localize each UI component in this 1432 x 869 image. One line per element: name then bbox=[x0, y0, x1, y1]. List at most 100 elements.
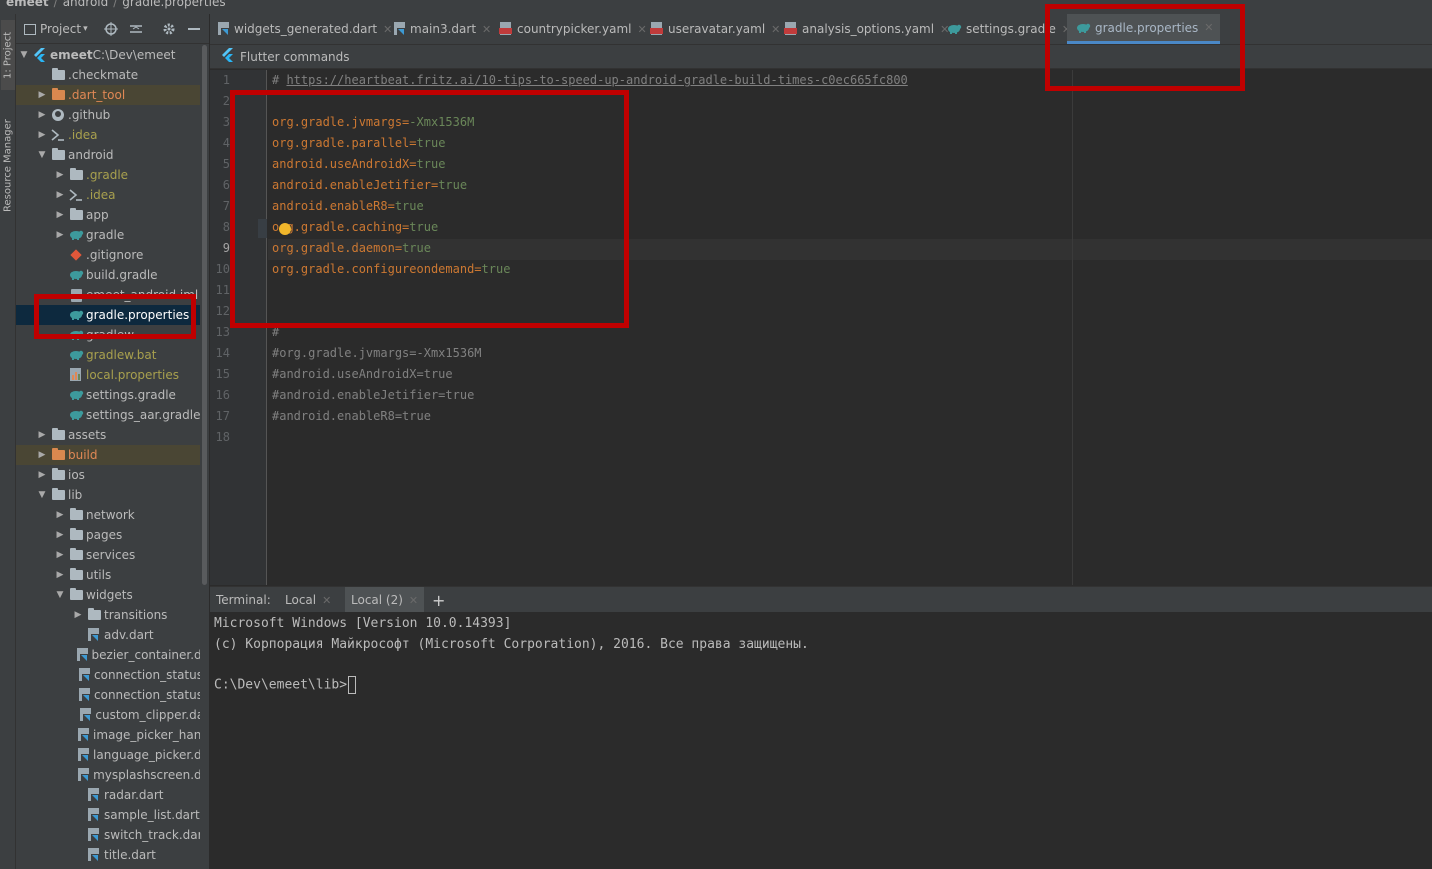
project-view-dropdown[interactable]: Project ▾ bbox=[24, 21, 88, 37]
close-icon[interactable]: ✕ bbox=[409, 594, 418, 607]
collapsed-arrow-icon[interactable]: ▶ bbox=[54, 570, 66, 580]
tree-item[interactable]: radar.dart bbox=[16, 785, 209, 805]
editor-tab[interactable]: useravatar.yaml ✕ bbox=[642, 14, 786, 44]
tree-item[interactable]: ▼ lib bbox=[16, 485, 209, 505]
tree-item[interactable]: mysplashscreen.da bbox=[16, 765, 209, 785]
tree-item[interactable]: ▶ utils bbox=[16, 565, 209, 585]
tree-item[interactable]: ▶ pages bbox=[16, 525, 209, 545]
close-icon[interactable]: ✕ bbox=[482, 23, 491, 36]
resource-manager-tab[interactable]: Resource Manager bbox=[1, 106, 15, 226]
tree-item[interactable]: ▶ .gradle bbox=[16, 165, 209, 185]
tree-item[interactable]: ▶ build bbox=[16, 445, 209, 465]
code-line[interactable]: android.enableR8=true bbox=[272, 196, 424, 217]
collapsed-arrow-icon[interactable]: ▶ bbox=[36, 430, 48, 440]
editor-tab-active[interactable]: gradle.properties ✕ bbox=[1067, 14, 1220, 44]
code-line[interactable]: android.enableJetifier=true bbox=[272, 175, 467, 196]
collapsed-arrow-icon[interactable]: ▶ bbox=[54, 170, 66, 180]
new-terminal-button[interactable]: + bbox=[426, 587, 451, 613]
tree-item[interactable]: title.dart bbox=[16, 845, 209, 865]
collapsed-arrow-icon[interactable]: ▶ bbox=[54, 230, 66, 240]
tree-item[interactable]: ▼ android bbox=[16, 145, 209, 165]
collapsed-arrow-icon[interactable]: ▶ bbox=[54, 190, 66, 200]
tree-item[interactable]: .gitignore bbox=[16, 245, 209, 265]
expanded-arrow-icon[interactable]: ▼ bbox=[54, 590, 66, 600]
collapsed-arrow-icon[interactable]: ▶ bbox=[36, 110, 48, 120]
tree-item[interactable]: ▶ .dart_tool bbox=[16, 85, 209, 105]
tree-item[interactable]: ▶ .idea bbox=[16, 185, 209, 205]
tree-item[interactable]: ▶ services bbox=[16, 545, 209, 565]
expanded-arrow-icon[interactable]: ▼ bbox=[36, 150, 48, 160]
tree-item[interactable]: gradlew bbox=[16, 325, 209, 345]
breadcrumb-file[interactable]: gradle.properties bbox=[122, 0, 225, 9]
gear-icon[interactable] bbox=[162, 21, 176, 37]
code-line[interactable]: #android.enableJetifier=true bbox=[272, 385, 474, 406]
close-icon[interactable]: ✕ bbox=[1204, 21, 1213, 34]
editor-tab[interactable]: widgets_generated.dart ✕ bbox=[210, 14, 398, 44]
code-line[interactable]: org.gradle.parallel=true bbox=[272, 133, 445, 154]
tree-item[interactable]: image_picker_hand bbox=[16, 725, 209, 745]
code-editor[interactable]: # https://heartbeat.fritz.ai/10-tips-to-… bbox=[268, 70, 1432, 585]
collapsed-arrow-icon[interactable]: ▶ bbox=[36, 90, 48, 100]
tree-item[interactable]: connection_status_ bbox=[16, 685, 209, 705]
tree-item[interactable]: ▶ gradle bbox=[16, 225, 209, 245]
collapsed-arrow-icon[interactable]: ▶ bbox=[36, 130, 48, 140]
code-line[interactable]: #org.gradle.jvmargs=-Xmx1536M bbox=[272, 343, 482, 364]
code-line[interactable]: org.gradle.configureondemand=true bbox=[272, 259, 510, 280]
tree-item[interactable]: language_picker.da bbox=[16, 745, 209, 765]
tree-item[interactable]: adv.dart bbox=[16, 625, 209, 645]
tree-item[interactable]: ▼ widgets bbox=[16, 585, 209, 605]
tree-item[interactable]: ▶ .github bbox=[16, 105, 209, 125]
tree-item[interactable]: connection_status_ bbox=[16, 665, 209, 685]
code-line[interactable]: android.useAndroidX=true bbox=[272, 154, 445, 175]
code-line[interactable]: #android.enableR8=true bbox=[272, 406, 431, 427]
url-link[interactable]: https://heartbeat.fritz.ai/10-tips-to-sp… bbox=[286, 73, 907, 87]
tree-item[interactable]: ▶ assets bbox=[16, 425, 209, 445]
tree-item-selected[interactable]: gradle.properties bbox=[16, 305, 209, 325]
collapsed-arrow-icon[interactable]: ▶ bbox=[54, 510, 66, 520]
close-icon[interactable]: ✕ bbox=[322, 594, 331, 607]
collapsed-arrow-icon[interactable]: ▶ bbox=[72, 610, 84, 620]
breadcrumb-project[interactable]: emeet bbox=[6, 0, 49, 9]
editor-tab[interactable]: main3.dart ✕ bbox=[386, 14, 497, 44]
tree-item[interactable]: emeet_android.iml bbox=[16, 285, 209, 305]
terminal-output[interactable]: Microsoft Windows [Version 10.0.14393] (… bbox=[210, 612, 1432, 869]
collapsed-arrow-icon[interactable]: ▶ bbox=[36, 450, 48, 460]
tree-item[interactable]: ▶ ios bbox=[16, 465, 209, 485]
breadcrumb-folder[interactable]: android bbox=[63, 0, 109, 9]
tree-item[interactable]: ▼ emeet C:\Dev\emeet bbox=[16, 45, 209, 65]
code-line[interactable]: org.gradle.caching=true bbox=[272, 217, 438, 238]
tree-item[interactable]: custom_clipper.dar bbox=[16, 705, 209, 725]
terminal-tab[interactable]: Local (2) ✕ bbox=[345, 587, 425, 613]
collapsed-arrow-icon[interactable]: ▶ bbox=[54, 210, 66, 220]
terminal-tab[interactable]: Local ✕ bbox=[279, 587, 337, 613]
scrollbar-thumb[interactable] bbox=[202, 45, 207, 585]
editor-tab[interactable]: settings.gradle✕ bbox=[938, 14, 1077, 44]
tree-item[interactable]: settings_aar.gradle bbox=[16, 405, 209, 425]
tree-item[interactable]: ▶ app bbox=[16, 205, 209, 225]
collapsed-arrow-icon[interactable]: ▶ bbox=[36, 470, 48, 480]
tree-item[interactable]: .checkmate bbox=[16, 65, 209, 85]
code-line[interactable]: # bbox=[272, 322, 279, 343]
code-line[interactable]: # https://heartbeat.fritz.ai/10-tips-to-… bbox=[272, 70, 908, 91]
tree-item[interactable]: settings.gradle bbox=[16, 385, 209, 405]
code-line[interactable]: org.gradle.daemon=true bbox=[272, 238, 431, 259]
tree-item[interactable]: switch_track.dart bbox=[16, 825, 209, 845]
collapsed-arrow-icon[interactable]: ▶ bbox=[54, 550, 66, 560]
tree-item[interactable]: ▶ .idea bbox=[16, 125, 209, 145]
terminal-prompt-line[interactable]: C:\Dev\emeet\lib> bbox=[214, 676, 357, 694]
tree-item[interactable]: bezier_container.da bbox=[16, 645, 209, 665]
code-line[interactable]: #android.useAndroidX=true bbox=[272, 364, 453, 385]
expanded-arrow-icon[interactable]: ▼ bbox=[18, 50, 30, 60]
locate-icon[interactable] bbox=[104, 21, 118, 37]
flutter-commands-link[interactable]: Flutter commands bbox=[240, 50, 350, 64]
project-scrollbar[interactable] bbox=[200, 45, 209, 869]
expanded-arrow-icon[interactable]: ▼ bbox=[36, 490, 48, 500]
collapsed-arrow-icon[interactable]: ▶ bbox=[54, 530, 66, 540]
collapse-all-icon[interactable] bbox=[129, 21, 143, 37]
editor-tab[interactable]: countrypicker.yaml ✕ bbox=[491, 14, 653, 44]
tree-item[interactable]: gradlew.bat bbox=[16, 345, 209, 365]
code-line[interactable]: org.gradle.jvmargs=-Xmx1536M bbox=[272, 112, 474, 133]
tree-item[interactable]: ▶ network bbox=[16, 505, 209, 525]
editor-tab[interactable]: analysis_options.yaml ✕ bbox=[776, 14, 955, 44]
tree-item[interactable]: sample_list.dart bbox=[16, 805, 209, 825]
